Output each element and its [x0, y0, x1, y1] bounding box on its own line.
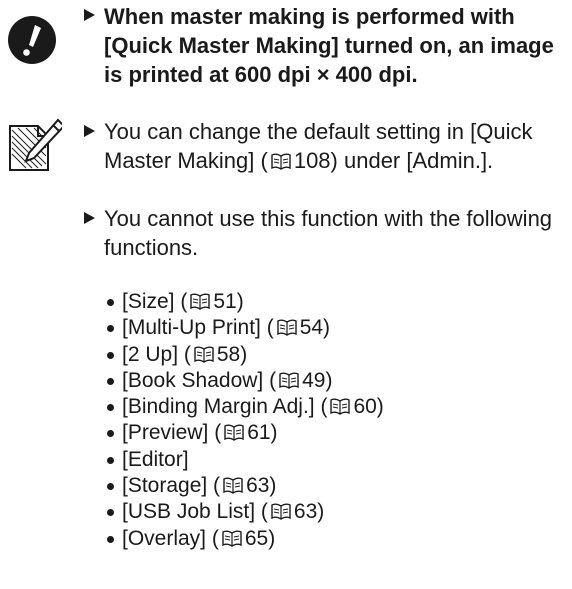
closing-paren: ): [240, 342, 248, 366]
function-label: [Preview] (: [122, 421, 222, 445]
page-reference: 60: [353, 395, 377, 419]
bullet-dot: [107, 325, 114, 333]
book-reference-icon: [271, 153, 291, 170]
bullet-triangle: [84, 9, 95, 21]
page-reference: 49: [302, 368, 326, 392]
closing-paren: ): [325, 368, 333, 392]
function-list-item: [Binding Margin Adj.] ( 60): [104, 394, 384, 420]
memo-pencil-icon: [9, 118, 62, 171]
bullet-dot: [107, 404, 114, 412]
warning-text: When master making is performed with [Qu…: [104, 4, 554, 87]
function-list-item: [2 Up] ( 58): [104, 342, 384, 368]
function-label: [Binding Margin Adj.] (: [122, 395, 328, 419]
function-list-item: [Storage] ( 63): [104, 473, 384, 499]
bullet-dot: [107, 430, 114, 438]
closing-paren: ): [269, 474, 277, 498]
incompatible-function-list: [Size] (51) [Multi-Up Print] (54) [2 Up] (…: [104, 289, 384, 552]
function-label: [2 Up] (: [122, 342, 191, 366]
page-reference: 51: [213, 290, 237, 313]
book-reference-icon: [190, 293, 211, 310]
book-reference-icon: [194, 346, 214, 363]
page-reference: 61: [247, 421, 271, 445]
function-list-item: [Overlay] ( 65): [104, 526, 384, 552]
page-reference: 54: [299, 316, 324, 340]
bullet-dot: [107, 483, 114, 491]
book-reference-icon: [222, 530, 242, 547]
page-reference: 58: [216, 342, 241, 366]
bullet-dot: [107, 456, 114, 464]
function-list-item: [Size] ( 51): [104, 289, 384, 315]
function-label: [Size] (: [122, 290, 188, 313]
function-list-item: [USB Job List] ( 63): [104, 499, 384, 525]
bullet-dot: [107, 377, 114, 385]
closing-paren: ): [268, 526, 276, 550]
function-label: [USB Job List] (: [122, 500, 268, 524]
page-reference: 65: [244, 526, 269, 550]
function-label: [Book Shadow] (: [122, 368, 277, 392]
bullet-dot: [107, 509, 114, 517]
function-label: [Overlay] (: [122, 526, 219, 550]
function-list-item: [Multi-Up Print] ( 54): [104, 315, 384, 341]
closing-paren: ): [236, 290, 244, 313]
function-list-item: [Preview] ( 61): [104, 420, 384, 446]
function-label: [Editor]: [122, 447, 189, 471]
function-list-item: [Book Shadow] ( 49): [104, 368, 384, 394]
book-reference-icon: [223, 477, 243, 494]
closing-paren: ): [323, 316, 331, 340]
book-reference-icon: [224, 424, 244, 442]
exclamation-warning-icon: [8, 16, 56, 64]
book-reference-icon: [271, 503, 291, 521]
bullet-triangle: [84, 125, 95, 137]
bullet-dot: [107, 299, 114, 306]
function-label: [Multi-Up Print] (: [122, 316, 274, 340]
function-label: [Storage] (: [122, 474, 221, 498]
bullet-triangle: [84, 212, 95, 224]
note-incompatible-functions: You cannot use this function with the fo…: [104, 206, 553, 260]
bullet-dot: [107, 535, 114, 543]
closing-paren: ): [270, 421, 278, 445]
book-reference-icon: [279, 372, 299, 389]
closing-paren: ): [376, 395, 384, 419]
function-list-item: [Editor]: [104, 447, 384, 473]
page-reference: 63: [293, 500, 318, 524]
note-default-setting: You can change the default setting in [Q…: [104, 119, 533, 173]
book-reference-icon: [276, 319, 297, 337]
closing-paren: ): [317, 500, 325, 524]
bullet-dot: [107, 351, 114, 359]
page-reference: 63: [246, 474, 270, 498]
book-reference-icon: [330, 398, 351, 416]
